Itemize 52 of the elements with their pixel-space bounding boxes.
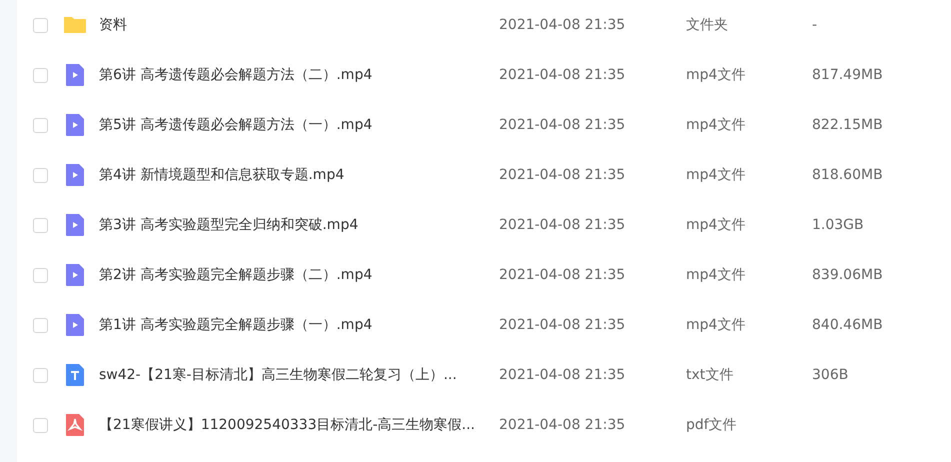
file-name[interactable]: sw42-【21寒-目标清北】高三生物寒假二轮复习（上）... [99, 366, 499, 384]
modified-date: 2021-04-08 21:35 [499, 367, 626, 383]
file-type: mp4文件 [686, 116, 746, 134]
modified-date: 2021-04-08 21:35 [499, 217, 626, 233]
modified-date: 2021-04-08 21:35 [499, 167, 626, 183]
file-type: mp4文件 [686, 66, 746, 84]
text-file-icon [63, 363, 87, 387]
file-type: 文件夹 [686, 16, 729, 34]
checkbox[interactable] [33, 368, 48, 382]
modified-date: 2021-04-08 21:35 [499, 67, 626, 83]
video-file-icon [63, 263, 87, 287]
checkbox[interactable] [33, 268, 48, 282]
file-name[interactable]: 资料 [99, 16, 499, 34]
file-size: 839.06MB [812, 267, 883, 283]
video-file-icon [63, 113, 87, 137]
file-type: mp4文件 [686, 166, 746, 184]
file-name[interactable]: 第5讲 高考遗传题必会解题方法（一）.mp4 [99, 116, 499, 134]
video-file-icon [63, 313, 87, 337]
modified-date: 2021-04-08 21:35 [499, 417, 626, 433]
checkbox[interactable] [33, 418, 48, 432]
modified-date: 2021-04-08 21:35 [499, 17, 626, 33]
checkbox[interactable] [33, 68, 48, 82]
video-file-icon [63, 213, 87, 237]
file-type: mp4文件 [686, 216, 746, 234]
file-name[interactable]: 第2讲 高考实验题完全解题步骤（二）.mp4 [99, 266, 499, 284]
file-name[interactable]: 第1讲 高考实验题完全解题步骤（一）.mp4 [99, 316, 499, 334]
checkbox[interactable] [33, 318, 48, 332]
checkbox[interactable] [33, 168, 48, 182]
modified-date: 2021-04-08 21:35 [499, 317, 626, 333]
video-file-icon [63, 163, 87, 187]
file-type: mp4文件 [686, 316, 746, 334]
file-size: 1.03GB [812, 217, 864, 233]
file-size: 306B [812, 367, 848, 383]
file-type: pdf文件 [686, 416, 738, 434]
file-size: - [812, 17, 818, 33]
checkbox[interactable] [33, 18, 48, 32]
file-size: 818.60MB [812, 167, 883, 183]
modified-date: 2021-04-08 21:35 [499, 117, 626, 133]
file-type: mp4文件 [686, 266, 746, 284]
file-type: txt文件 [686, 366, 734, 384]
file-size: 840.46MB [812, 317, 883, 333]
file-size: 822.15MB [812, 117, 883, 133]
pdf-file-icon [63, 413, 87, 437]
video-file-icon [63, 63, 87, 87]
modified-date: 2021-04-08 21:35 [499, 267, 626, 283]
file-name[interactable]: 第6讲 高考遗传题必会解题方法（二）.mp4 [99, 66, 499, 84]
file-name[interactable]: 第3讲 高考实验题型完全归纳和突破.mp4 [99, 216, 499, 234]
file-name[interactable]: 【21寒假讲义】1120092540333目标清北-高三生物寒假... [99, 416, 499, 434]
file-name[interactable]: 第4讲 新情境题型和信息获取专题.mp4 [99, 166, 499, 184]
file-size: 817.49MB [812, 67, 883, 83]
checkbox[interactable] [33, 218, 48, 232]
checkbox[interactable] [33, 118, 48, 132]
